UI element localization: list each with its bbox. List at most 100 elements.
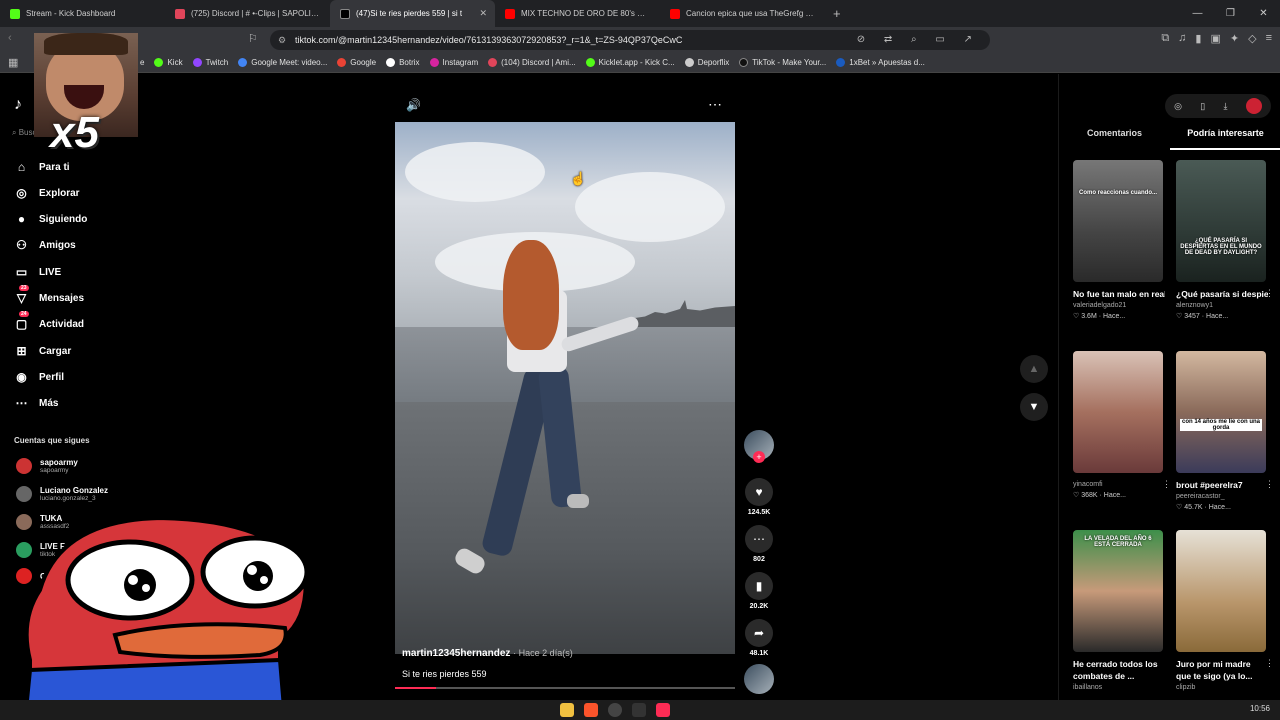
minimize-button[interactable]: —	[1181, 0, 1214, 27]
sidebar-item-mensajes[interactable]: ▽ 23 Mensajes	[14, 285, 84, 305]
suggested-video-card[interactable]: con 14 años me lie con una gorda brout #…	[1176, 351, 1274, 511]
bookmark-kick[interactable]: Kick	[154, 58, 183, 67]
followed-account[interactable]: sapoarmy sapoarmy	[16, 458, 78, 474]
sidebar-item-para-ti[interactable]: ⌂ Para ti	[14, 160, 70, 174]
new-tab-button[interactable]: +	[825, 6, 849, 21]
close-tab-icon[interactable]: ✕	[479, 8, 487, 19]
tiktok-logo-icon[interactable]: ♪	[14, 96, 22, 114]
sidebar-item-mas[interactable]: ⋯ Más	[14, 396, 59, 410]
sidebar-item-live[interactable]: ▭ LIVE	[14, 265, 61, 279]
more-options-icon[interactable]: ⋯	[708, 96, 722, 113]
wallet-icon[interactable]: ▣	[1210, 32, 1220, 45]
bookmark-google-meet[interactable]: Google Meet: video...	[238, 58, 327, 67]
apps-grid-icon[interactable]: ▦	[8, 56, 18, 69]
suggested-video-card[interactable]: Como reaccionas cuando... No fue tan mal…	[1073, 160, 1165, 320]
more-options-icon[interactable]: ⋮	[1265, 658, 1274, 669]
tab-comentarios[interactable]: Comentarios	[1059, 128, 1170, 150]
brave-browser-icon[interactable]	[584, 703, 598, 717]
bookmark-deporflix[interactable]: Deporflix	[684, 58, 729, 67]
bookmark-tiktok[interactable]: TikTok - Make Your...	[739, 58, 826, 67]
menu-icon[interactable]: ≡	[1266, 32, 1272, 45]
compass-icon[interactable]: ◎	[1174, 101, 1182, 112]
like-button[interactable]: ♥ 124.5K	[743, 478, 775, 516]
user-avatar[interactable]	[1245, 98, 1262, 114]
suggested-video-card[interactable]: ¿QUÉ PASARÍA SI DESPIERTAS EN EL MUNDO D…	[1176, 160, 1274, 320]
more-options-icon[interactable]: ⋮	[1162, 479, 1171, 490]
author-avatar-button[interactable]: +	[743, 430, 775, 463]
bookmark-twitch[interactable]: Twitch	[192, 58, 228, 67]
youtube-icon	[505, 8, 515, 19]
more-options-icon[interactable]: ⋮	[1265, 288, 1274, 299]
tab-youtube-cancion[interactable]: Cancion epica que usa TheGrefg "Vi	[660, 0, 825, 27]
taskbar-apps	[560, 703, 670, 717]
comment-icon: ⋯	[745, 525, 773, 553]
save-button[interactable]: ▮ 20.2K	[743, 572, 775, 610]
url-actions-icons[interactable]: ⊘ ⇄ ⌕ ▭ ↗	[857, 30, 980, 50]
heart-icon: ♥	[745, 478, 773, 506]
ai-icon[interactable]: ✦	[1230, 32, 1239, 45]
obs-icon[interactable]	[608, 703, 622, 717]
system-clock[interactable]: 10:56	[1250, 704, 1270, 713]
download-icon[interactable]: ⤓	[1224, 101, 1228, 112]
suggested-video-card[interactable]: Juro por mi madre que te sigo (ya lo... …	[1176, 530, 1274, 691]
suggested-video-card[interactable]: yinacomfi ♡ 368K · Hace... ⋮	[1073, 351, 1171, 499]
video-author[interactable]: martin12345hernandez · Hace 2 día(s)	[402, 648, 573, 659]
video-thumbnail: Como reaccionas cuando...	[1073, 160, 1163, 282]
sidebar-item-perfil[interactable]: ◉ Perfil	[14, 370, 64, 384]
more-options-icon[interactable]: ⋮	[1265, 479, 1274, 490]
phone-icon[interactable]: ▯	[1200, 101, 1205, 112]
kick-icon	[154, 58, 164, 67]
previous-video-button[interactable]: ▲	[1020, 355, 1048, 383]
comment-button[interactable]: ⋯ 802	[743, 525, 775, 563]
followed-account[interactable]: Luciano Gonzalez luciano.gonzalez_3	[16, 486, 108, 502]
sidebar-item-actividad[interactable]: ▢ 24 Actividad	[14, 311, 84, 331]
sound-avatar[interactable]	[743, 664, 775, 694]
bookmark-discord[interactable]: (104) Discord | Ami...	[488, 58, 576, 67]
bookmark-botrix[interactable]: Botrix	[386, 58, 420, 67]
tab-tiktok[interactable]: (47)Si te ries pierdes 559 | si t ✕	[330, 0, 495, 27]
restore-button[interactable]: ❐	[1214, 0, 1247, 27]
url-bar[interactable]: ⚙ tiktok.com/@martin12345hernandez/video…	[270, 30, 990, 50]
tiktok-icon[interactable]	[656, 703, 670, 717]
close-window-button[interactable]: ✕	[1247, 0, 1280, 27]
friends-icon: ⚇	[16, 238, 27, 252]
video-progress-bar[interactable]	[395, 687, 735, 689]
vpn-icon[interactable]: ◇	[1248, 32, 1256, 45]
site-info-icon[interactable]: ⚙	[278, 30, 286, 50]
sidebar-item-cargar[interactable]: ⊞ Cargar	[14, 344, 71, 358]
bookmark-icon[interactable]: ⚐	[248, 32, 258, 45]
suggested-video-card[interactable]: LA VELADA DEL AÑO 6 ESTÁ CERRADA He cerr…	[1073, 530, 1165, 691]
tab-youtube-mix[interactable]: MIX TECHNO DE ORO DE 80's & 90'	[495, 0, 660, 27]
share-icon: ➦	[745, 619, 773, 647]
follow-plus-icon[interactable]: +	[753, 451, 765, 463]
tab-podria-interesarte[interactable]: Podría interesarte	[1170, 128, 1280, 150]
share-button[interactable]: ➦ 48.1K	[743, 619, 775, 657]
google-icon	[238, 58, 248, 67]
video-player[interactable]	[395, 122, 735, 654]
messages-icon: ▽ 23	[16, 285, 29, 305]
extensions-icon[interactable]: ⧉	[1161, 32, 1169, 45]
app-icon[interactable]	[632, 703, 646, 717]
tiktok-icon	[340, 8, 350, 19]
sidebar-icon[interactable]: ▮	[1195, 32, 1201, 45]
bookmark-google[interactable]: Google	[337, 58, 376, 67]
bookmark-item[interactable]: e	[140, 58, 144, 67]
media-icon[interactable]: ♫	[1178, 32, 1186, 45]
activity-badge: 24	[19, 311, 29, 317]
sidebar-item-amigos[interactable]: ⚇ Amigos	[14, 238, 76, 252]
bookmark-instagram[interactable]: Instagram	[429, 58, 478, 67]
bookmark-kicklet[interactable]: Kicklet.app - Kick C...	[585, 58, 675, 67]
sidebar-item-explorar[interactable]: ◎ Explorar	[14, 186, 79, 200]
video-thumbnail	[1073, 351, 1163, 473]
sidebar-item-siguiendo[interactable]: ● Siguiendo	[14, 212, 87, 226]
video-progress-fill	[395, 687, 436, 689]
tab-discord[interactable]: (725) Discord | # •-Clips | SAPOLIOS	[165, 0, 330, 27]
volume-icon[interactable]: 🔊	[406, 98, 421, 112]
bookmark-1xbet[interactable]: 1xBet » Apuestas d...	[836, 58, 925, 67]
tab-kick-dashboard[interactable]: Stream - Kick Dashboard	[0, 0, 165, 27]
extensions-toolbar: ⧉ ♫ ▮ ▣ ✦ ◇ ≡	[1161, 32, 1272, 45]
more-icon: ⋯	[15, 396, 28, 410]
next-video-button[interactable]: ▼	[1020, 393, 1048, 421]
person-running	[503, 240, 559, 350]
file-explorer-icon[interactable]	[560, 703, 574, 717]
